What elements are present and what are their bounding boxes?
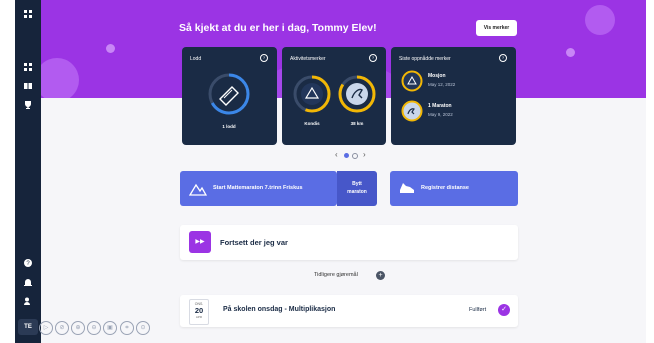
users-icon [24, 297, 32, 307]
carousel-next-button[interactable]: › [363, 150, 366, 159]
maraton-badge-icon [401, 100, 423, 122]
activity-badges-card[interactable]: Aktivitetsmerker ? Kondis 38 km [282, 47, 386, 145]
start-marathon-button[interactable]: Start Mattemaraton 7.trinn Friskus [180, 171, 337, 206]
help-icon[interactable]: ? [369, 54, 377, 62]
show-badges-button[interactable]: Vis merker [476, 20, 517, 36]
card-title: Siste oppnådde merker [399, 56, 451, 62]
register-distance-label: Registrer distanse [421, 185, 469, 191]
badge-label: Kondis [304, 121, 320, 126]
add-icon[interactable]: + [376, 271, 385, 280]
zoom-in-icon[interactable]: ⊕ [71, 321, 85, 335]
sidebar-item-books[interactable] [15, 82, 41, 93]
sidebar-item-notifications[interactable] [15, 279, 41, 290]
task-date: ONS. 20 APR [189, 299, 209, 325]
previous-tasks-label: Tidligere gjøremål [314, 272, 358, 278]
resume-label: Fortsett der jeg var [220, 238, 288, 247]
task-title: På skolen onsdag - Multiplikasjon [223, 306, 336, 313]
zoom-out-icon[interactable]: ⊖ [87, 321, 101, 335]
lodd-count: 1 lodd [222, 124, 236, 129]
help-icon: ? [24, 259, 32, 269]
carousel-dot-active[interactable] [344, 153, 349, 158]
register-distance-button[interactable]: Registrer distanse [390, 171, 518, 206]
mountain-icon [189, 183, 207, 196]
bell-icon [24, 279, 32, 289]
lodd-card[interactable]: Lodd ? 1 lodd [182, 47, 277, 145]
sidebar-item-help[interactable]: ? [15, 259, 41, 270]
distance-badge-icon [338, 75, 376, 113]
task-row[interactable]: ONS. 20 APR På skolen onsdag - Multiplik… [180, 295, 518, 327]
book-icon [24, 83, 32, 92]
recent-badge-name: 1 Maraton [428, 103, 452, 109]
grid-icon [24, 63, 32, 73]
recent-badges-card[interactable]: Siste oppnådde merker ? Mosjon May 12, 2… [391, 47, 516, 145]
recent-badge-name: Mosjon [428, 73, 446, 79]
block-icon[interactable]: ⊘ [55, 321, 69, 335]
check-icon: ✓ [498, 304, 510, 316]
switch-marathon-label: Bytt maraton [347, 181, 367, 195]
carousel-dot[interactable] [352, 153, 358, 159]
task-status: Fullført [469, 307, 487, 313]
play-icon[interactable]: ▷ [39, 321, 53, 335]
card-title: Lodd [190, 56, 202, 62]
shoe-icon [400, 183, 414, 193]
sidebar: ? TE [15, 0, 41, 343]
resume-card[interactable]: ▶▶ Fortsett der jeg var [180, 225, 518, 260]
carousel-pager: ‹ › [335, 150, 375, 161]
decorative-bubble [41, 58, 79, 98]
record-icon[interactable]: ⌗ [120, 321, 134, 335]
avatar[interactable]: TE [18, 319, 38, 335]
screen-icon[interactable]: ▣ [103, 321, 117, 335]
menu-grid-icon[interactable] [15, 9, 41, 22]
fast-forward-icon: ▶▶ [189, 231, 211, 253]
trophy-icon [24, 101, 32, 111]
app-frame: ? TE Så kjekt at du er her i dag, Tommy … [0, 0, 654, 343]
help-icon[interactable]: ? [499, 54, 507, 62]
carousel-prev-button[interactable]: ‹ [335, 150, 338, 159]
badge-label: 38 km [350, 121, 364, 126]
decorative-bubble [106, 44, 115, 53]
avatar-initials: TE [24, 324, 32, 330]
ticket-ring-icon [208, 73, 250, 115]
page-title: Så kjekt at du er her i dag, Tommy Elev! [179, 22, 377, 34]
sidebar-item-trophy[interactable] [15, 101, 41, 112]
recent-badge-date: May 9, 2022 [428, 112, 453, 117]
switch-marathon-button[interactable]: Bytt maraton [337, 171, 377, 206]
target-icon[interactable]: ⊙ [136, 321, 150, 335]
task-date-sub: APR [195, 315, 203, 319]
decorative-bubble [566, 48, 575, 57]
decorative-bubble [585, 5, 615, 35]
task-date-day: 20 [194, 306, 204, 315]
help-icon[interactable]: ? [260, 54, 268, 62]
mosjon-badge-icon [401, 70, 423, 92]
start-marathon-label: Start Mattemaraton 7.trinn Friskus [213, 185, 303, 191]
kondis-badge-icon [293, 75, 331, 113]
sidebar-item-users[interactable] [15, 297, 41, 308]
sidebar-item-dashboard[interactable] [15, 63, 41, 74]
card-title: Aktivitetsmerker [290, 56, 326, 62]
recent-badge-date: May 12, 2022 [428, 82, 456, 87]
